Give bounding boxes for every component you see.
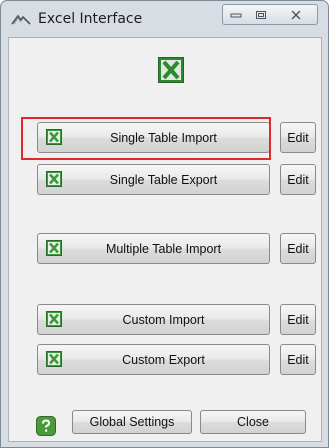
edit-label: Edit (287, 172, 309, 187)
title-bar[interactable]: Excel Interface (1, 1, 328, 37)
custom-import-button[interactable]: Custom Import (37, 304, 270, 335)
excel-interface-window: Excel Interface Single Table Import Edit… (0, 0, 329, 448)
maximize-icon (256, 10, 266, 19)
close-icon (291, 10, 300, 19)
window-title: Excel Interface (38, 11, 143, 27)
minimize-icon (230, 13, 241, 17)
close-button[interactable]: Close (200, 410, 306, 434)
excel-icon (46, 171, 62, 187)
custom-import-label: Custom Import (122, 312, 205, 327)
close-label: Close (237, 415, 269, 429)
edit-single-import-button[interactable]: Edit (280, 122, 316, 153)
excel-icon (46, 311, 62, 327)
help-icon[interactable] (36, 416, 56, 436)
edit-label: Edit (287, 241, 309, 256)
edit-custom-export-button[interactable]: Edit (280, 344, 316, 375)
edit-single-export-button[interactable]: Edit (280, 164, 316, 195)
edit-custom-import-button[interactable]: Edit (280, 304, 316, 335)
global-settings-button[interactable]: Global Settings (72, 410, 192, 434)
custom-export-button[interactable]: Custom Export (37, 344, 270, 375)
single-table-export-label: Single Table Export (109, 172, 218, 187)
minimize-button[interactable] (222, 4, 249, 25)
excel-icon (46, 351, 62, 367)
single-table-export-button[interactable]: Single Table Export (37, 164, 270, 195)
app-icon (11, 14, 31, 25)
edit-label: Edit (287, 130, 309, 145)
global-settings-label: Global Settings (89, 415, 175, 429)
edit-label: Edit (287, 352, 309, 367)
edit-multiple-import-button[interactable]: Edit (280, 233, 316, 264)
dialog-body: Single Table Import Edit Single Table Ex… (8, 37, 322, 442)
maximize-button[interactable] (248, 4, 275, 25)
multiple-table-import-label: Multiple Table Import (105, 241, 222, 256)
close-window-button[interactable] (274, 4, 318, 25)
excel-logo-icon (158, 57, 184, 83)
excel-icon (46, 240, 62, 256)
edit-label: Edit (287, 312, 309, 327)
multiple-table-import-button[interactable]: Multiple Table Import (37, 233, 270, 264)
selection-highlight (21, 117, 271, 160)
custom-export-label: Custom Export (122, 352, 205, 367)
